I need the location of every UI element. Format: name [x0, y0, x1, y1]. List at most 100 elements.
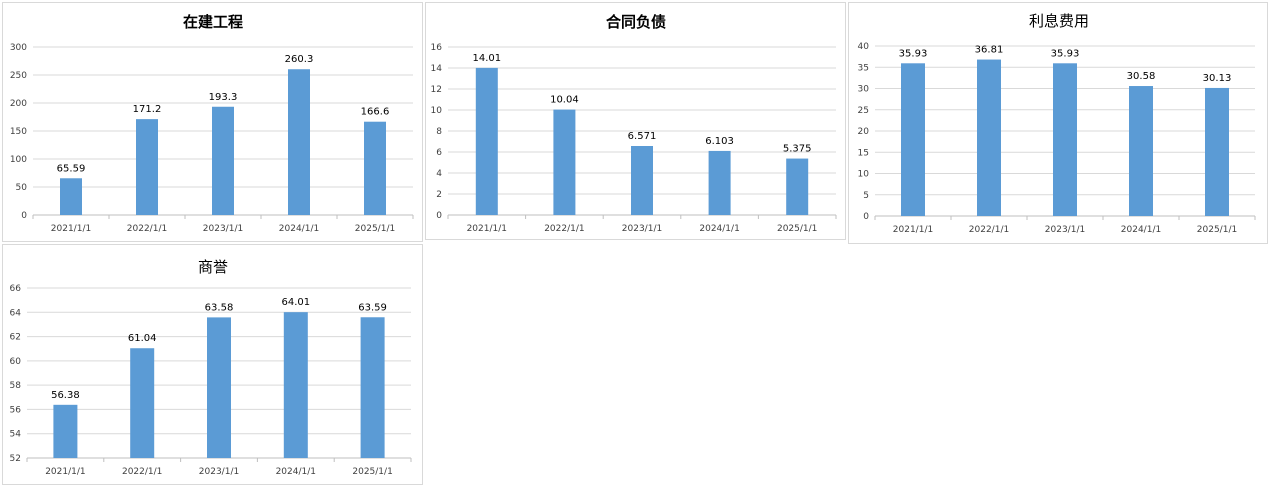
x-tick-label: 2023/1/1 — [1045, 225, 1085, 235]
data-label: 65.59 — [57, 163, 86, 174]
data-label: 63.58 — [205, 302, 234, 313]
y-tick-label: 200 — [10, 99, 27, 109]
data-label: 64.01 — [281, 297, 310, 308]
data-label: 166.6 — [361, 107, 390, 118]
chart-panel-interest-expense: 利息费用 0 5 10 15 20 25 30 35 40 35.93 2021/1/1 36.81 2… — [848, 2, 1268, 244]
chart-interest-expense: 利息费用 0 5 10 15 20 25 30 35 40 35.93 2021/1/1 36.81 2… — [858, 12, 1256, 235]
bar — [212, 106, 234, 215]
y-tick-label: 2 — [436, 190, 442, 200]
y-tick-label: 40 — [858, 42, 870, 52]
data-label: 61.04 — [128, 333, 157, 344]
chart-panel-contract-liabilities: 合同负债 0 2 4 6 8 10 12 14 16 14.01 2021/1/1 10.04 2022… — [425, 2, 846, 240]
y-tick-label: 250 — [10, 71, 27, 81]
y-tick-label: 30 — [858, 85, 870, 95]
x-tick-label: 2022/1/1 — [969, 225, 1009, 235]
bar — [130, 348, 155, 458]
bar — [708, 150, 731, 215]
chart-panel-goodwill: 商誉 52 54 56 58 60 62 64 66 56.38 2021/1/1 61.04 202… — [2, 244, 423, 485]
y-tick-label: 100 — [10, 155, 27, 165]
data-label: 14.01 — [472, 53, 501, 64]
y-tick-label: 0 — [863, 212, 869, 222]
y-tick-label: 12 — [431, 85, 442, 95]
y-tick-label: 10 — [858, 170, 870, 180]
y-tick-label: 16 — [431, 43, 443, 53]
x-tick-label: 2025/1/1 — [355, 224, 395, 234]
y-tick-label: 5 — [863, 191, 869, 201]
x-tick-label: 2021/1/1 — [893, 225, 933, 235]
bar — [901, 63, 925, 216]
y-tick-label: 4 — [436, 169, 442, 179]
y-tick-label: 15 — [858, 148, 869, 158]
y-tick-label: 56 — [10, 405, 22, 415]
bar — [1205, 87, 1229, 216]
x-tick-label: 2022/1/1 — [122, 467, 162, 477]
bar — [977, 59, 1001, 217]
bar — [475, 67, 498, 216]
y-tick-label: 6 — [436, 148, 442, 158]
bar — [786, 158, 809, 215]
data-label: 35.93 — [899, 48, 928, 59]
bar — [631, 146, 653, 215]
y-tick-label: 300 — [10, 43, 27, 53]
x-tick-label: 2025/1/1 — [352, 467, 392, 477]
y-tick-label: 8 — [436, 127, 442, 137]
chart-title: 在建工程 — [183, 13, 243, 31]
chart-title: 合同负债 — [605, 13, 666, 31]
data-label: 35.93 — [1051, 48, 1080, 59]
y-tick-label: 150 — [10, 127, 27, 137]
y-tick-label: 0 — [21, 211, 27, 221]
chart-construction-in-progress: 在建工程 0 50 100 150 200 250 300 65.59 2021/1/1 171.… — [10, 13, 414, 234]
data-label: 5.375 — [783, 144, 812, 155]
data-label: 260.3 — [285, 54, 314, 65]
x-tick-label: 2023/1/1 — [622, 224, 662, 234]
x-tick-label: 2023/1/1 — [203, 224, 243, 234]
chart-goodwill: 商誉 52 54 56 58 60 62 64 66 56.38 2021/1/1 61.04 202… — [10, 258, 412, 477]
y-tick-label: 66 — [10, 284, 22, 294]
y-tick-label: 50 — [16, 183, 28, 193]
data-label: 6.571 — [628, 131, 657, 142]
x-tick-label: 2021/1/1 — [45, 467, 85, 477]
x-tick-label: 2021/1/1 — [51, 224, 91, 234]
bar — [360, 317, 385, 458]
chart-panel-construction-in-progress: 在建工程 0 50 100 150 200 250 300 65.59 2021/1/1 171.… — [2, 2, 423, 242]
x-tick-label: 2025/1/1 — [777, 224, 817, 234]
data-label: 10.04 — [550, 95, 579, 106]
bar — [1053, 63, 1077, 216]
y-tick-label: 60 — [10, 357, 22, 367]
y-tick-label: 52 — [10, 454, 21, 464]
x-tick-label: 2024/1/1 — [699, 224, 739, 234]
bar — [288, 69, 310, 216]
bar — [553, 109, 576, 215]
chart-contract-liabilities: 合同负债 0 2 4 6 8 10 12 14 16 14.01 2021/1/1 10.04 2022… — [431, 13, 837, 234]
bar — [207, 317, 231, 458]
y-tick-label: 10 — [431, 106, 443, 116]
y-tick-label: 0 — [436, 211, 442, 221]
x-tick-label: 2021/1/1 — [467, 224, 507, 234]
bar — [364, 121, 386, 215]
y-tick-label: 54 — [10, 430, 22, 440]
x-tick-label: 2024/1/1 — [279, 224, 319, 234]
data-label: 6.103 — [705, 136, 734, 147]
y-tick-label: 64 — [10, 308, 22, 318]
data-label: 30.13 — [1203, 73, 1232, 84]
bar — [1129, 86, 1153, 216]
y-tick-label: 25 — [858, 106, 869, 116]
y-tick-label: 20 — [858, 127, 870, 137]
bar — [283, 312, 308, 458]
x-tick-label: 2022/1/1 — [544, 224, 584, 234]
data-label: 63.59 — [358, 302, 387, 313]
data-label: 171.2 — [133, 104, 162, 115]
x-tick-label: 2022/1/1 — [127, 224, 167, 234]
y-tick-label: 62 — [10, 333, 21, 343]
data-label: 30.58 — [1127, 71, 1156, 82]
y-tick-label: 58 — [10, 381, 22, 391]
x-tick-label: 2024/1/1 — [276, 467, 316, 477]
x-tick-label: 2025/1/1 — [1197, 225, 1237, 235]
chart-title: 商誉 — [198, 258, 228, 276]
x-tick-label: 2023/1/1 — [199, 467, 239, 477]
chart-title: 利息费用 — [1029, 12, 1089, 30]
bar — [53, 404, 78, 458]
bar — [136, 119, 158, 215]
y-tick-label: 35 — [858, 63, 869, 73]
data-label: 56.38 — [51, 390, 80, 401]
